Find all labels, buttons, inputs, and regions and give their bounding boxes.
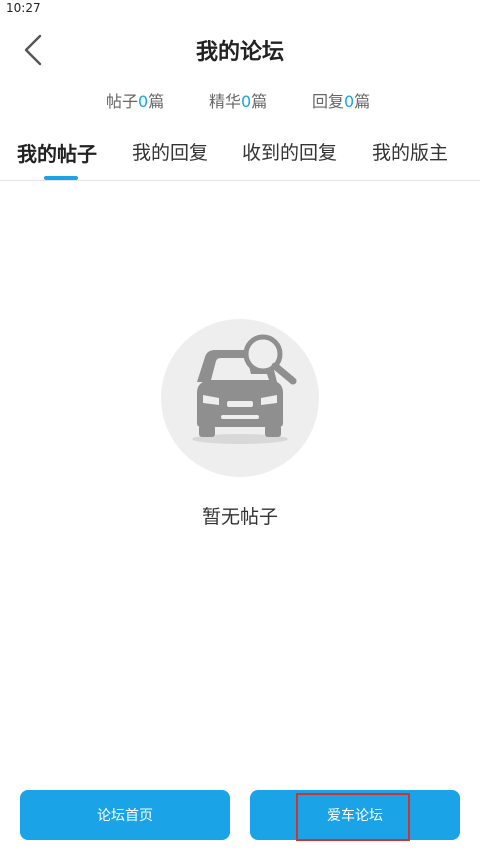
car-forum-button[interactable]: 爱车论坛 xyxy=(250,790,460,840)
stat-featured: 精华0篇 xyxy=(209,88,267,112)
car-search-icon xyxy=(192,334,297,444)
stats-row: 帖子0篇 精华0篇 回复0篇 xyxy=(0,88,480,116)
tab-my-replies[interactable]: 我的回复 xyxy=(132,138,208,165)
tab-received-replies[interactable]: 收到的回复 xyxy=(242,138,337,165)
forum-home-button[interactable]: 论坛首页 xyxy=(20,790,230,840)
stat-replies-count: 0 xyxy=(344,92,355,111)
empty-state-illustration xyxy=(161,319,319,477)
stat-replies-unit: 篇 xyxy=(354,92,371,111)
stat-posts-label: 帖子 xyxy=(106,92,139,111)
tab-my-moderator[interactable]: 我的版主 xyxy=(372,138,448,165)
stat-featured-unit: 篇 xyxy=(251,92,268,111)
page-title: 我的论坛 xyxy=(195,40,284,65)
stat-posts: 帖子0篇 xyxy=(106,88,164,112)
stat-replies-label: 回复 xyxy=(312,92,345,111)
stat-featured-label: 精华 xyxy=(209,92,242,111)
status-bar: 10:27 xyxy=(0,0,480,18)
header: 我的论坛 xyxy=(0,18,480,82)
tab-my-posts[interactable]: 我的帖子 xyxy=(17,138,97,167)
tab-bar: 我的帖子 我的回复 收到的回复 我的版主 xyxy=(0,130,480,181)
stat-featured-count: 0 xyxy=(241,92,252,111)
stat-posts-count: 0 xyxy=(138,92,149,111)
empty-state-text: 暂无帖子 xyxy=(201,506,278,528)
stat-replies: 回复0篇 xyxy=(312,88,370,112)
stat-posts-unit: 篇 xyxy=(148,92,165,111)
tab-indicator xyxy=(44,176,78,180)
status-time: 10:27 xyxy=(6,1,41,15)
